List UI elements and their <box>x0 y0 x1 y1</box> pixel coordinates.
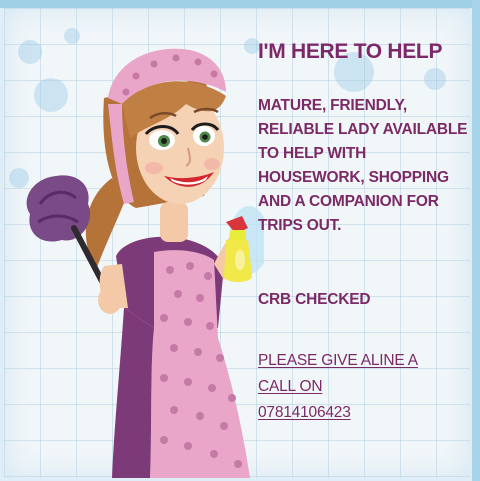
left-hand <box>98 286 122 314</box>
dress-skirt <box>112 308 154 478</box>
headline: I'M HERE TO HELP <box>258 40 443 63</box>
call-line-1: PLEASE GIVE ALINE A <box>258 352 418 369</box>
call-instructions: PLEASE GIVE ALINE A CALL ON 07814106423 <box>258 348 468 426</box>
neck <box>160 202 188 242</box>
cheek <box>204 158 220 170</box>
phone-number: 07814106423 <box>258 404 351 421</box>
description: MATURE, FRIENDLY, RELIABLE LADY AVAILABL… <box>258 97 468 234</box>
frame-edge-right <box>472 0 480 481</box>
crb-checked-label: CRB CHECKED <box>258 291 371 308</box>
cheek <box>145 162 163 174</box>
cleaning-lady-illustration <box>26 48 264 478</box>
frame-edge-top <box>0 0 480 8</box>
flyer-card: I'M HERE TO HELP MATURE, FRIENDLY, RELIA… <box>4 8 470 478</box>
soap-bubble <box>424 68 446 90</box>
call-line-2: CALL ON <box>258 378 323 395</box>
